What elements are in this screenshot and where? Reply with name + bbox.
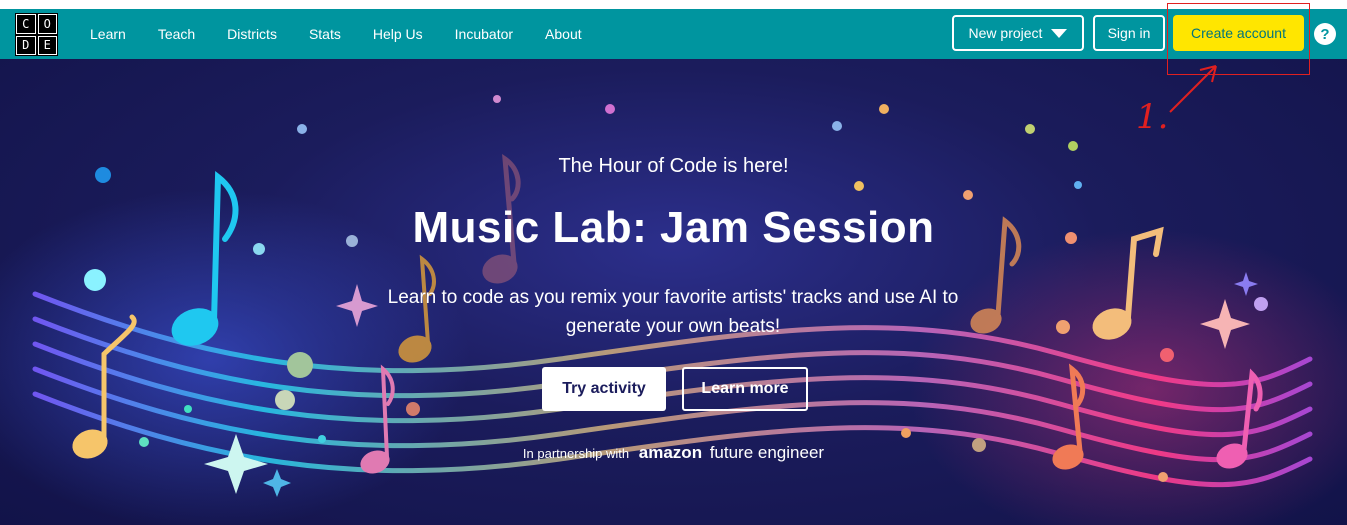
new-project-label: New project: [968, 25, 1043, 41]
logo-letter: D: [15, 34, 37, 56]
help-icon[interactable]: ?: [1314, 23, 1336, 45]
logo-letter: E: [36, 34, 58, 56]
nav-link-learn[interactable]: Learn: [90, 26, 126, 42]
nav-link-about[interactable]: About: [545, 26, 582, 42]
nav-link-incubator[interactable]: Incubator: [455, 26, 513, 42]
nav-link-stats[interactable]: Stats: [309, 26, 341, 42]
nav-links: Learn Teach Districts Stats Help Us Incu…: [74, 9, 598, 59]
hero-title: Music Lab: Jam Session: [412, 203, 935, 252]
partnership-prefix: In partnership with: [522, 446, 630, 461]
logo-letter: O: [36, 13, 58, 35]
code-logo[interactable]: C O D E: [15, 13, 58, 56]
hero-subtitle: Learn to code as you remix your favorite…: [387, 287, 959, 337]
partnership-line: In partnership with amazon future engine…: [0, 443, 1347, 463]
hero-eyebrow: The Hour of Code is here!: [558, 155, 789, 177]
create-account-button[interactable]: Create account: [1173, 15, 1304, 51]
try-activity-button[interactable]: Try activity: [542, 367, 666, 411]
top-strip: [0, 0, 1347, 9]
logo-letter: C: [15, 13, 37, 35]
learn-more-button[interactable]: Learn more: [682, 367, 808, 411]
sign-in-button[interactable]: Sign in: [1093, 15, 1165, 51]
new-project-button[interactable]: New project: [952, 15, 1084, 51]
future-engineer-label: future engineer: [709, 443, 825, 462]
hero-banner: The Hour of Code is here! Music Lab: Jam…: [0, 59, 1347, 525]
top-navbar: C O D E Learn Teach Districts Stats Help…: [0, 9, 1347, 59]
nav-link-help-us[interactable]: Help Us: [373, 26, 423, 42]
nav-link-districts[interactable]: Districts: [227, 26, 277, 42]
amazon-logo: amazon: [638, 443, 703, 462]
nav-link-teach[interactable]: Teach: [158, 26, 195, 42]
caret-down-icon: [1051, 28, 1068, 38]
